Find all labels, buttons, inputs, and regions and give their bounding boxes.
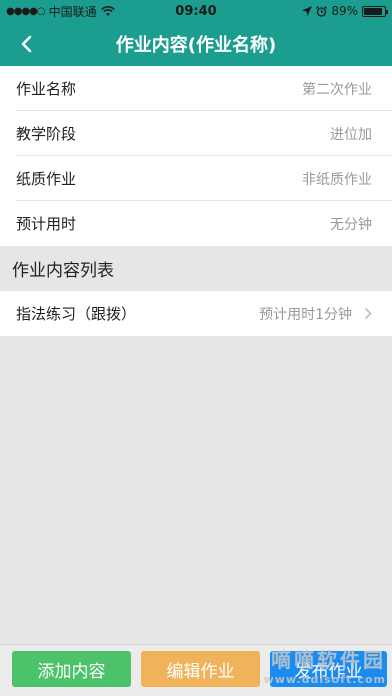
edit-homework-button[interactable]: 编辑作业 <box>141 651 260 687</box>
row-label: 教学阶段 <box>16 125 77 143</box>
row-teaching-stage[interactable]: 教学阶段 进位加 <box>0 111 392 156</box>
row-value: 非纸质作业 <box>302 171 372 188</box>
row-label: 预计用时 <box>16 215 77 233</box>
wifi-icon <box>100 5 115 16</box>
section-title: 作业内容列表 <box>0 246 392 291</box>
row-label: 纸质作业 <box>16 170 77 188</box>
row-value: 第二次作业 <box>302 81 372 98</box>
battery-icon <box>362 5 388 17</box>
battery-fill <box>364 7 382 15</box>
row-paper-homework[interactable]: 纸质作业 非纸质作业 <box>0 156 392 201</box>
homework-content-list: 指法练习（跟拨） 预计用时1分钟 <box>0 291 392 336</box>
list-item-label: 指法练习（跟拨） <box>16 305 137 323</box>
list-item-value: 预计用时1分钟 <box>259 306 352 323</box>
nav-bar: 作业内容(作业名称) <box>0 22 392 66</box>
signal-dots-icon: ●●●●○ <box>6 5 46 17</box>
carrier-label: 中国联通 <box>48 4 97 19</box>
alarm-icon <box>316 5 328 17</box>
list-item[interactable]: 指法练习（跟拨） 预计用时1分钟 <box>0 291 392 336</box>
publish-homework-button[interactable]: 发布作业 <box>270 651 387 687</box>
row-value: 进位加 <box>330 126 372 143</box>
homework-info-form: 作业名称 第二次作业 教学阶段 进位加 纸质作业 非纸质作业 预计用时 无分钟 <box>0 66 392 246</box>
status-bar: ●●●●○ 中国联通 09:40 89% <box>0 0 392 22</box>
row-homework-name[interactable]: 作业名称 第二次作业 <box>0 66 392 111</box>
chevron-right-icon <box>364 307 372 320</box>
add-content-button[interactable]: 添加内容 <box>12 651 131 687</box>
row-label: 作业名称 <box>16 80 77 98</box>
battery-percent: 89% <box>331 4 358 18</box>
bottom-action-bar: 添加内容 编辑作业 发布作业 <box>0 644 392 696</box>
back-button[interactable] <box>14 32 38 56</box>
row-value: 无分钟 <box>330 216 372 233</box>
row-estimated-time[interactable]: 预计用时 无分钟 <box>0 201 392 246</box>
chevron-left-icon <box>21 35 32 53</box>
location-arrow-icon <box>302 6 313 16</box>
page-title: 作业内容(作业名称) <box>115 35 277 56</box>
